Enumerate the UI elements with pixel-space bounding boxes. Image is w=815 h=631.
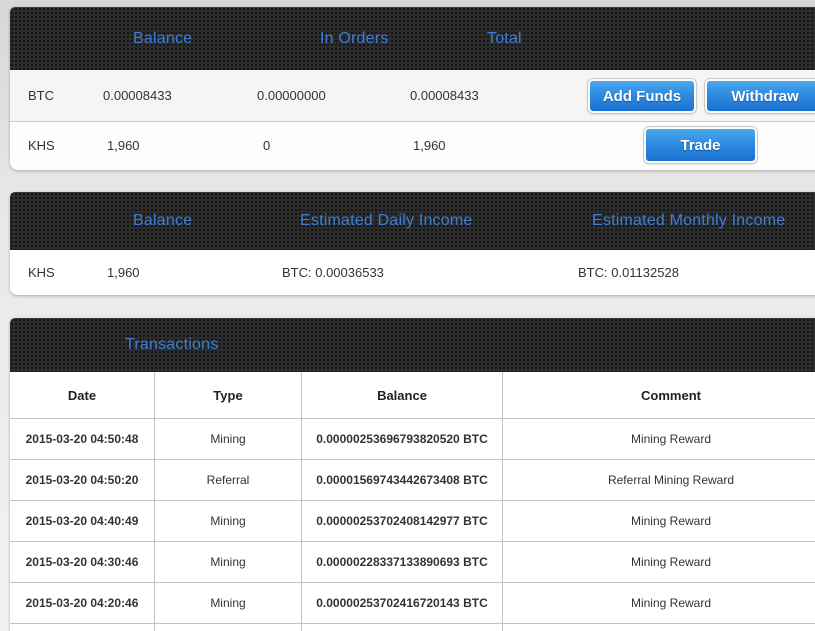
transaction-date: 2015-03-20 04:50:20 [10, 460, 155, 500]
transaction-row: 2015-03-20 04:50:20 Referral 0.000015697… [10, 459, 815, 500]
col-header-type: Type [155, 372, 302, 418]
currency-label-btc: BTC [28, 70, 54, 121]
currency-label-khs: KHS [28, 250, 55, 295]
income-row-khs: KHS 1,960 BTC: 0.00036533 BTC: 0.0113252… [10, 250, 815, 295]
khs-in-orders-value: 0 [263, 122, 270, 169]
trade-button[interactable]: Trade [644, 127, 757, 163]
transactions-header: Transactions [10, 318, 815, 372]
transaction-balance: 0.00000228337133890693 BTC [302, 542, 503, 582]
btc-balance-value: 0.00008433 [103, 70, 172, 121]
transaction-balance: 0.00000253702408142977 BTC [302, 501, 503, 541]
transaction-balance: 0.00000253696793820520 BTC [302, 419, 503, 459]
col-header-date: Date [10, 372, 155, 418]
account-balances-panel: Balance In Orders Total BTC 0.00008433 0… [10, 7, 815, 170]
transaction-row: 2015-03-20 04:30:46 Mining 0.00000228337… [10, 541, 815, 582]
column-header-monthly-income: Estimated Monthly Income [592, 192, 785, 250]
transaction-date: 2015-03-20 04:30:46 [10, 542, 155, 582]
transaction-row: 2015-03-20 04:50:48 Mining 0.00000253696… [10, 418, 815, 459]
column-header-balance: Balance [133, 192, 192, 250]
khs-total-value: 1,960 [413, 122, 446, 169]
col-header-balance: Balance [302, 372, 503, 418]
btc-total-value: 0.00008433 [410, 70, 479, 121]
withdraw-button[interactable]: Withdraw [705, 79, 815, 113]
transaction-comment: Mining Reward [503, 419, 815, 459]
transaction-type: Referral [155, 460, 302, 500]
estimated-income-panel: Balance Estimated Daily Income Estimated… [10, 192, 815, 295]
account-balances-header: Balance In Orders Total [10, 7, 815, 70]
khs-balance-value: 1,960 [107, 122, 140, 169]
transaction-row: 2015-03-20 04:40:49 Mining 0.00000253702… [10, 500, 815, 541]
transaction-balance: 0.00001569743442673408 BTC [302, 460, 503, 500]
transaction-comment: Mining Reward [503, 501, 815, 541]
transaction-type: Mining [155, 583, 302, 623]
btc-in-orders-value: 0.00000000 [257, 70, 326, 121]
column-header-balance: Balance [133, 7, 192, 70]
transaction-date: 2015-03-20 04:20:46 [10, 583, 155, 623]
transactions-title: Transactions [125, 318, 218, 372]
khs-balance-value: 1,960 [107, 250, 140, 295]
transaction-row: 2015-03-20 04:20:46 Mining 0.00000253702… [10, 582, 815, 623]
transaction-type: Mining [155, 501, 302, 541]
column-header-in-orders: In Orders [320, 7, 389, 70]
monthly-income-value: BTC: 0.01132528 [578, 250, 679, 295]
currency-label-khs: KHS [28, 122, 55, 169]
transaction-type: Mining [155, 419, 302, 459]
transaction-balance: 0.00000253702416720143 BTC [302, 583, 503, 623]
daily-income-value: BTC: 0.00036533 [282, 250, 384, 295]
column-header-daily-income: Estimated Daily Income [300, 192, 472, 250]
transaction-date: 2015-03-20 04:40:49 [10, 501, 155, 541]
transaction-date: 2015-03-20 04:50:48 [10, 419, 155, 459]
add-funds-button[interactable]: Add Funds [588, 79, 696, 113]
transaction-row-partial [10, 623, 815, 631]
transaction-comment: Mining Reward [503, 542, 815, 582]
estimated-income-header: Balance Estimated Daily Income Estimated… [10, 192, 815, 250]
column-header-total: Total [487, 7, 522, 70]
transaction-comment: Mining Reward [503, 583, 815, 623]
transaction-type: Mining [155, 542, 302, 582]
col-header-comment: Comment [503, 372, 815, 418]
transaction-comment: Referral Mining Reward [503, 460, 815, 500]
transactions-table-header: Date Type Balance Comment [10, 372, 815, 418]
transactions-panel: Transactions Date Type Balance Comment 2… [10, 318, 815, 631]
